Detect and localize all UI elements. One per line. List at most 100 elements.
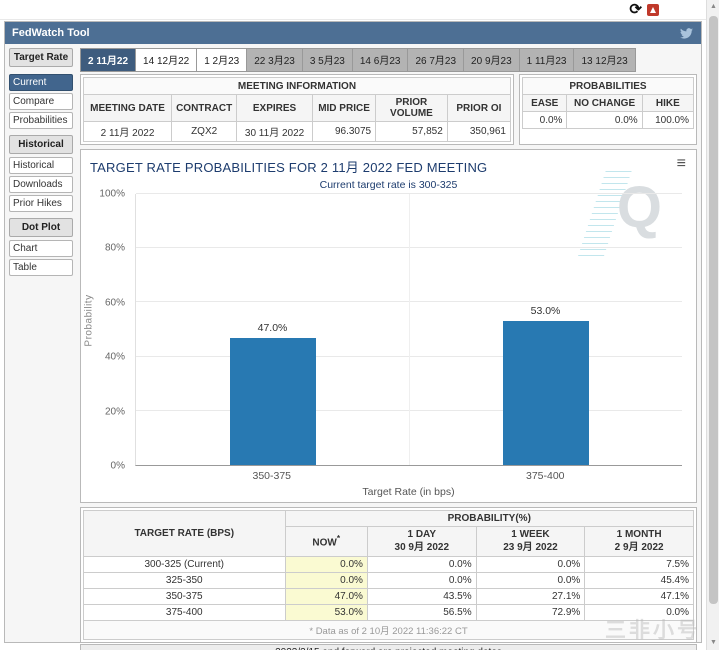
week-value: 0.0% <box>476 557 585 573</box>
y-tick-label: 60% <box>105 297 125 308</box>
bar-value-label: 53.0% <box>531 305 561 317</box>
tab-meeting-0[interactable]: 2 11月22 <box>80 48 136 72</box>
now-value: 53.0% <box>285 605 367 621</box>
rate-label: 375-400 <box>84 605 286 621</box>
sidebar-item-prior-hikes[interactable]: Prior Hikes <box>9 195 73 212</box>
col-1month: 1 MONTH2 9月 2022 <box>585 527 694 557</box>
tab-meeting-1[interactable]: 14 12月22 <box>136 48 197 72</box>
meeting-information-panel: MEETING INFORMATION MEETING DATE CONTRAC… <box>80 74 514 145</box>
col-prior-oi: PRIOR OI <box>447 95 510 122</box>
meeting-info-title: MEETING INFORMATION <box>84 78 511 95</box>
day-value: 56.5% <box>367 605 476 621</box>
col-1week: 1 WEEK23 9月 2022 <box>476 527 585 557</box>
table-row: 325-350 0.0% 0.0% 0.0% 45.4% <box>84 573 694 589</box>
sidebar-item-compare[interactable]: Compare <box>9 93 73 110</box>
tab-meeting-3[interactable]: 22 3月23 <box>247 48 303 72</box>
col-expires: EXPIRES <box>237 95 313 122</box>
sidebar-item-chart[interactable]: Chart <box>9 240 73 257</box>
col-no-change: NO CHANGE <box>567 95 642 112</box>
twitter-icon[interactable] <box>679 27 694 40</box>
sidebar-item-table[interactable]: Table <box>9 259 73 276</box>
rate-label: 350-375 <box>84 589 286 605</box>
col-contract: CONTRACT <box>172 95 237 122</box>
rate-label: 300-325 (Current) <box>84 557 286 573</box>
sidebar-item-downloads[interactable]: Downloads <box>9 176 73 193</box>
sidebar-item-probabilities[interactable]: Probabilities <box>9 112 73 129</box>
no-change-value: 0.0% <box>567 112 642 129</box>
widget-titlebar: FedWatch Tool <box>5 22 701 44</box>
probability-table: TARGET RATE (BPS) PROBABILITY(%) NOW* 1 … <box>83 510 694 640</box>
month-value: 47.1% <box>585 589 694 605</box>
rate-label: 325-350 <box>84 573 286 589</box>
page-scrollbar[interactable]: ▲ ▼ <box>706 0 719 650</box>
probabilities-summary-row: 0.0% 0.0% 100.0% <box>523 112 694 129</box>
table-row: 300-325 (Current) 0.0% 0.0% 0.0% 7.5% <box>84 557 694 573</box>
projected-dates-note: 2023/3/15 and forward are projected meet… <box>80 644 697 650</box>
day-value: 43.5% <box>367 589 476 605</box>
refresh-icon[interactable]: ⟳ <box>629 1 642 19</box>
meeting-date-value: 2 11月 2022 <box>84 122 172 142</box>
y-tick-label: 40% <box>105 352 125 363</box>
pdf-icon[interactable] <box>647 4 659 16</box>
month-value: 45.4% <box>585 573 694 589</box>
tab-meeting-5[interactable]: 14 6月23 <box>353 48 409 72</box>
fedwatch-widget: FedWatch Tool Target Rate 2 11月22 14 12月… <box>4 21 702 643</box>
week-value: 72.9% <box>476 605 585 621</box>
y-axis-title: Probability <box>84 294 95 346</box>
bar-value-label: 47.0% <box>258 322 288 334</box>
chart-plot: 47.0% 53.0% <box>135 194 682 466</box>
tab-meeting-6[interactable]: 26 7月23 <box>408 48 464 72</box>
col-mid-price: MID PRICE <box>312 95 375 122</box>
hike-value: 100.0% <box>642 112 693 129</box>
vertical-gridline <box>409 194 410 465</box>
col-hike: HIKE <box>642 95 693 112</box>
scroll-down-icon[interactable]: ▼ <box>707 636 719 650</box>
meeting-info-row: 2 11月 2022 ZQX2 30 11月 2022 96.3075 57,8… <box>84 122 511 142</box>
sidebar: Current Compare Probabilities Historical… <box>9 74 73 650</box>
day-value: 0.0% <box>367 557 476 573</box>
table-row: 375-400 53.0% 56.5% 72.9% 0.0% <box>84 605 694 621</box>
probability-bar[interactable] <box>230 338 316 465</box>
mid-price-value: 96.3075 <box>312 122 375 142</box>
x-axis-labels: 350-375375-400 <box>135 470 682 483</box>
col-1day: 1 DAY30 9月 2022 <box>367 527 476 557</box>
tab-meeting-4[interactable]: 3 5月23 <box>303 48 353 72</box>
week-value: 0.0% <box>476 573 585 589</box>
chart-title: TARGET RATE PROBABILITIES FOR 2 11月 2022… <box>81 150 696 176</box>
browser-toolbar: ⟳ <box>0 0 719 20</box>
week-value: 27.1% <box>476 589 585 605</box>
now-value: 47.0% <box>285 589 367 605</box>
expires-value: 30 11月 2022 <box>237 122 313 142</box>
col-probability-group: PROBABILITY(%) <box>285 511 694 527</box>
scrollbar-thumb[interactable] <box>709 16 718 604</box>
sidebar-item-historical[interactable]: Historical <box>9 157 73 174</box>
y-tick-label: 100% <box>99 189 125 200</box>
probability-bar[interactable] <box>503 321 589 465</box>
y-tick-label: 80% <box>105 243 125 254</box>
prior-oi-value: 350,961 <box>447 122 510 142</box>
chart-menu-icon[interactable]: ≡ <box>677 158 686 170</box>
sidebar-header-historical: Historical <box>9 135 73 154</box>
probabilities-title: PROBABILITIES <box>523 78 694 95</box>
col-now: NOW* <box>285 527 367 557</box>
probability-table-panel: TARGET RATE (BPS) PROBABILITY(%) NOW* 1 … <box>80 507 697 643</box>
sidebar-item-current[interactable]: Current <box>9 74 73 91</box>
app-title: FedWatch Tool <box>12 27 90 39</box>
tab-meeting-2[interactable]: 1 2月23 <box>197 48 247 72</box>
scroll-up-icon[interactable]: ▲ <box>707 0 719 14</box>
tab-meeting-7[interactable]: 20 9月23 <box>464 48 520 72</box>
contract-value: ZQX2 <box>172 122 237 142</box>
probabilities-summary-panel: PROBABILITIES EASE NO CHANGE HIKE 0.0% 0… <box>519 74 697 145</box>
table-footnote: * Data as of 2 10月 2022 11:36:22 CT <box>84 621 694 640</box>
col-target-rate-bps: TARGET RATE (BPS) <box>84 511 286 557</box>
tab-meeting-9[interactable]: 13 12月23 <box>574 48 635 72</box>
month-value: 7.5% <box>585 557 694 573</box>
now-value: 0.0% <box>285 573 367 589</box>
now-value: 0.0% <box>285 557 367 573</box>
month-value: 0.0% <box>585 605 694 621</box>
target-rate-header[interactable]: Target Rate <box>9 48 73 67</box>
probability-chart-panel: TARGET RATE PROBABILITIES FOR 2 11月 2022… <box>80 149 697 503</box>
tab-meeting-8[interactable]: 1 11月23 <box>520 48 575 72</box>
y-tick-label: 0% <box>111 461 125 472</box>
x-category-label: 375-400 <box>526 470 565 482</box>
